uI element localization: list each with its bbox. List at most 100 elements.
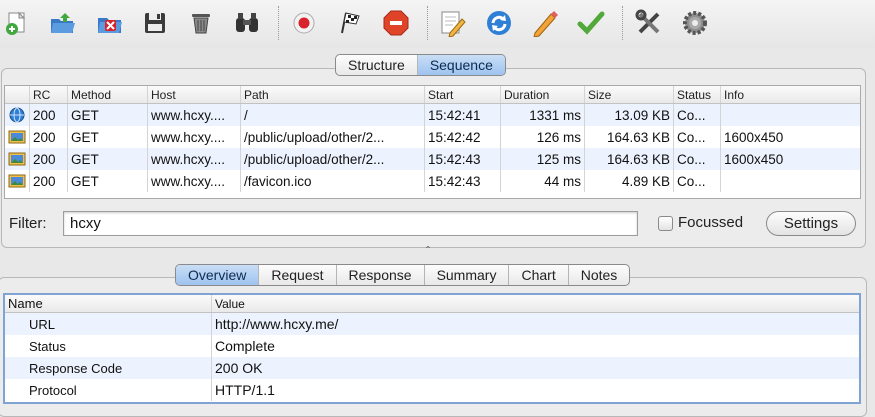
row-icon-cell xyxy=(5,148,30,170)
tab-notes[interactable]: Notes xyxy=(569,265,630,285)
throttle-flag-icon[interactable] xyxy=(335,8,365,38)
pencil-icon[interactable] xyxy=(530,8,560,38)
cell-info: 1600x450 xyxy=(724,151,784,167)
cell-start: 15:42:43 xyxy=(425,148,501,170)
stop-icon[interactable] xyxy=(381,8,411,38)
close-session-icon[interactable] xyxy=(95,8,125,38)
tab-request[interactable]: Request xyxy=(259,265,337,285)
cell-size: 164.63 KB xyxy=(585,148,674,170)
property-row[interactable]: URL http://www.hcxy.me/ xyxy=(5,313,859,335)
property-row[interactable]: Status Complete xyxy=(5,335,859,357)
property-row[interactable]: Response Code 200 OK xyxy=(5,357,859,379)
col-header-size[interactable]: Size xyxy=(585,86,674,103)
repeat-icon[interactable] xyxy=(484,8,514,38)
record-icon[interactable] xyxy=(289,8,319,38)
cell-method: GET xyxy=(68,126,148,148)
cell-status: Co... xyxy=(674,126,721,148)
view-tabs: Structure Sequence xyxy=(335,54,506,76)
cell-path: /public/upload/other/2... xyxy=(241,126,425,148)
cell-path: /public/upload/other/2... xyxy=(241,148,425,170)
cell-path: /favicon.ico xyxy=(241,170,425,192)
cell-host: www.hcxy.... xyxy=(148,170,241,192)
col-header-method[interactable]: Method xyxy=(68,86,148,103)
table-row[interactable]: 200 GET www.hcxy.... /favicon.ico 15:42:… xyxy=(5,170,860,192)
edit-document-icon[interactable] xyxy=(437,8,467,38)
cell-info xyxy=(721,170,860,192)
cell-host: www.hcxy.... xyxy=(148,126,241,148)
cell-duration: 125 ms xyxy=(501,148,585,170)
col-header-path[interactable]: Path xyxy=(241,86,425,103)
cell-info xyxy=(721,104,860,126)
cell-duration: 126 ms xyxy=(501,126,585,148)
request-table: RC Method Host Path Start Duration Size … xyxy=(4,85,861,199)
cell-size: 13.09 KB xyxy=(585,104,674,126)
cell-info: 1600x450 xyxy=(724,129,784,145)
tab-sequence[interactable]: Sequence xyxy=(417,55,505,75)
property-value: Complete xyxy=(215,338,275,354)
tab-summary[interactable]: Summary xyxy=(425,265,510,285)
col-header-icon[interactable] xyxy=(5,86,30,103)
col-header-status[interactable]: Status xyxy=(674,86,721,103)
row-icon-cell xyxy=(5,126,30,148)
toolbar-separator xyxy=(278,6,279,40)
cell-size: 164.63 KB xyxy=(585,126,674,148)
cell-rc: 200 xyxy=(30,170,68,192)
focussed-checkbox[interactable] xyxy=(658,216,673,231)
col-header-value[interactable]: Value xyxy=(212,295,248,312)
validate-check-icon[interactable] xyxy=(576,8,606,38)
property-value: http://www.hcxy.me/ xyxy=(215,316,339,332)
image-icon xyxy=(8,150,26,168)
col-header-duration[interactable]: Duration xyxy=(501,86,585,103)
tools-icon[interactable] xyxy=(634,8,664,38)
col-header-name[interactable]: Name xyxy=(5,295,212,312)
cell-method: GET xyxy=(68,170,148,192)
cell-status: Co... xyxy=(674,148,721,170)
filter-label: Filter: xyxy=(9,215,47,232)
table-row[interactable]: 200 GET www.hcxy.... /public/upload/othe… xyxy=(5,126,860,148)
property-value: 200 OK xyxy=(215,360,263,376)
property-name: Response Code xyxy=(5,357,212,379)
splitter-handle[interactable]: ˆ xyxy=(426,244,430,258)
cell-status: Co... xyxy=(674,104,721,126)
col-header-info[interactable]: Info xyxy=(721,86,860,103)
table-row[interactable]: 200 GET www.hcxy.... /public/upload/othe… xyxy=(5,148,860,170)
table-empty-space xyxy=(5,192,860,198)
find-binoculars-icon[interactable] xyxy=(232,8,262,38)
toolbar-separator xyxy=(622,6,623,40)
image-icon xyxy=(8,128,26,146)
save-icon[interactable] xyxy=(140,8,170,38)
property-name: URL xyxy=(5,313,212,335)
cell-status: Co... xyxy=(674,170,721,192)
table-row[interactable]: 200 GET www.hcxy.... / 15:42:41 1331 ms … xyxy=(5,104,860,126)
tab-response[interactable]: Response xyxy=(337,265,425,285)
cell-host: www.hcxy.... xyxy=(148,104,241,126)
cell-start: 15:42:42 xyxy=(425,126,501,148)
cell-rc: 200 xyxy=(30,104,68,126)
cell-rc: 200 xyxy=(30,126,68,148)
settings-gear-icon[interactable] xyxy=(680,8,710,38)
row-icon-cell xyxy=(5,104,30,126)
cell-rc: 200 xyxy=(30,148,68,170)
filter-input[interactable]: hcxy xyxy=(63,211,638,236)
globe-icon xyxy=(8,106,26,124)
row-icon-cell xyxy=(5,170,30,192)
settings-button[interactable]: Settings xyxy=(766,211,856,236)
new-session-icon[interactable] xyxy=(2,8,32,38)
detail-tabs: Overview Request Response Summary Chart … xyxy=(175,264,631,286)
cell-host: www.hcxy.... xyxy=(148,148,241,170)
toolbar xyxy=(0,0,875,48)
open-folder-icon[interactable] xyxy=(48,8,78,38)
tab-overview[interactable]: Overview xyxy=(176,265,260,285)
table-header: RC Method Host Path Start Duration Size … xyxy=(5,86,860,104)
col-header-start[interactable]: Start xyxy=(425,86,501,103)
property-row[interactable]: Protocol HTTP/1.1 xyxy=(5,379,859,401)
overview-properties-table: Name Value URL http://www.hcxy.me/ Statu… xyxy=(3,293,861,404)
col-header-host[interactable]: Host xyxy=(148,86,241,103)
toolbar-separator xyxy=(427,6,428,40)
tab-structure[interactable]: Structure xyxy=(336,55,418,75)
cell-method: GET xyxy=(68,104,148,126)
tab-chart[interactable]: Chart xyxy=(509,265,569,285)
col-header-rc[interactable]: RC xyxy=(30,86,68,103)
cell-start: 15:42:41 xyxy=(425,104,501,126)
clear-trash-icon[interactable] xyxy=(186,8,216,38)
